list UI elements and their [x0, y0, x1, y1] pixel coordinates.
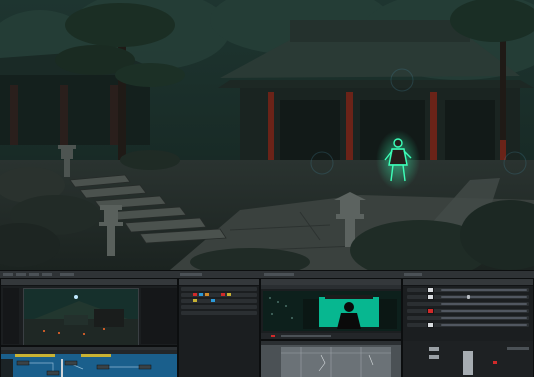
- selected-character-glow[interactable]: [376, 130, 420, 190]
- property-row[interactable]: [181, 293, 257, 297]
- inspector-row[interactable]: [407, 294, 529, 300]
- timeline-clip[interactable]: [81, 354, 111, 357]
- inspector-text-line: [507, 347, 529, 350]
- render-image: [263, 291, 401, 331]
- inspector-preview-bar: [463, 351, 473, 375]
- property-row[interactable]: [181, 299, 257, 303]
- inspector-swatch[interactable]: [429, 347, 439, 351]
- viewer-frame[interactable]: [23, 288, 139, 345]
- toolbar-button[interactable]: [60, 273, 74, 276]
- screen: [0, 0, 534, 377]
- inspector-row[interactable]: [407, 316, 529, 320]
- track-labels: [1, 359, 13, 377]
- viewer-header: [1, 279, 177, 286]
- viewer-panel: [0, 278, 178, 346]
- node-graph[interactable]: [13, 359, 178, 377]
- timeline-clip[interactable]: [15, 354, 55, 357]
- render-viewer-status: [261, 333, 401, 339]
- properties-header: [179, 279, 259, 286]
- render-viewer-toolbar[interactable]: [261, 285, 401, 289]
- property-row[interactable]: [181, 305, 257, 309]
- inspector-row[interactable]: [407, 308, 529, 314]
- toolbar-button[interactable]: [180, 273, 202, 276]
- scene-viewport[interactable]: [0, 0, 534, 270]
- toolbar-button[interactable]: [29, 273, 39, 276]
- inspector-row[interactable]: [407, 302, 529, 306]
- viewport-image: [261, 341, 401, 377]
- viewer-info: [141, 288, 177, 344]
- editor-workspace: [0, 270, 534, 377]
- scene-render: [0, 0, 534, 270]
- toolbar-button[interactable]: [404, 273, 422, 276]
- toolbar-button[interactable]: [16, 273, 26, 276]
- inspector-panel: [402, 278, 534, 377]
- properties-panel: [178, 278, 260, 377]
- toolbar-button[interactable]: [264, 273, 294, 276]
- property-row[interactable]: [181, 287, 257, 291]
- inspector-swatch[interactable]: [429, 355, 439, 359]
- viewer-side-tools: [3, 288, 19, 344]
- render-frame[interactable]: [263, 291, 401, 331]
- inspector-header: [403, 279, 533, 286]
- record-indicator: [493, 361, 497, 364]
- property-row[interactable]: [181, 311, 257, 315]
- viewer-thumbnail: [24, 289, 138, 345]
- toolbar-button[interactable]: [42, 273, 52, 276]
- timeline-panel[interactable]: [0, 346, 178, 377]
- inspector-row[interactable]: [407, 287, 529, 293]
- toolbar-button[interactable]: [3, 273, 13, 276]
- inspector-row[interactable]: [407, 322, 529, 328]
- scene-viewport-3d[interactable]: [260, 340, 402, 377]
- render-viewer: [260, 278, 402, 340]
- inspector-lower-section: [403, 341, 533, 377]
